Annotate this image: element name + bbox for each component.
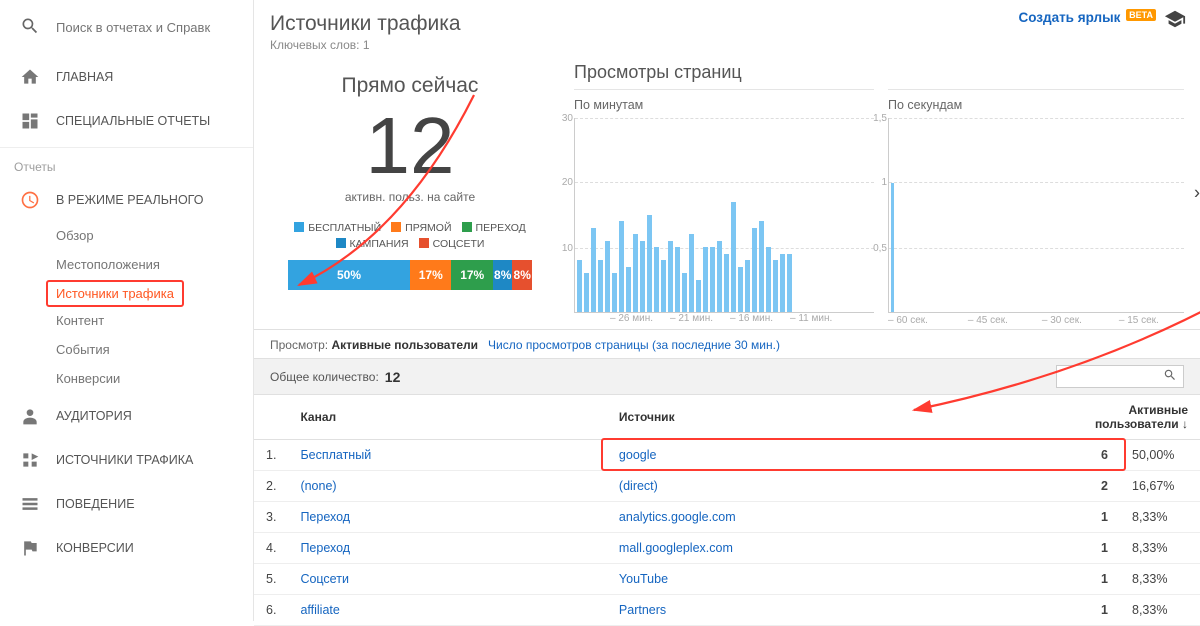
row-index: 3. [254, 502, 288, 533]
row-channel[interactable]: affiliate [300, 603, 339, 617]
row-source[interactable]: (direct) [619, 479, 658, 493]
sidebar-home-label: ГЛАВНАЯ [56, 70, 113, 84]
per-seconds-label: По секундам [888, 89, 1184, 118]
sidebar-audience-label: АУДИТОРИЯ [56, 409, 132, 423]
row-percent: 8,33% [1120, 533, 1200, 564]
subnav-traffic-sources[interactable]: Источники трафика [46, 280, 184, 307]
clock-icon [20, 190, 40, 210]
create-shortcut-link[interactable]: Создать ярлык BETA [1018, 10, 1156, 25]
row-percent: 8,33% [1120, 502, 1200, 533]
row-index: 5. [254, 564, 288, 595]
subnav-content[interactable]: Контент [56, 307, 253, 336]
sidebar-realtime[interactable]: В РЕЖИМЕ РЕАЛЬНОГО [0, 178, 253, 222]
col-source[interactable]: Источник [607, 395, 1080, 440]
home-icon [20, 67, 40, 87]
sidebar-conversions[interactable]: КОНВЕРСИИ [0, 526, 253, 570]
total-value: 12 [385, 369, 401, 385]
active-users-sub: активн. польз. на сайте [270, 190, 550, 204]
table-row[interactable]: 4. Переход mall.googleplex.com 18,33% [254, 533, 1200, 564]
row-channel[interactable]: Переход [300, 541, 350, 555]
sidebar-section-reports: Отчеты [0, 152, 253, 178]
sidebar-special-label: СПЕЦИАЛЬНЫЕ ОТЧЕТЫ [56, 114, 210, 128]
search-icon [1163, 368, 1177, 385]
page-subtitle: Ключевых слов: 1 [270, 38, 1184, 52]
subnav-conversions[interactable]: Конверсии [56, 365, 253, 394]
row-count: 1 [1080, 564, 1120, 595]
row-source[interactable]: Partners [619, 603, 666, 617]
row-source[interactable]: mall.googleplex.com [619, 541, 733, 555]
search-input[interactable] [56, 20, 216, 35]
sidebar-audience[interactable]: АУДИТОРИЯ [0, 394, 253, 438]
per-minutes-chart: 30 20 10 [574, 118, 874, 313]
scroll-right-arrow[interactable]: › [1194, 182, 1200, 203]
traffic-table: Канал Источник Активные пользователи ↓ 1… [254, 395, 1200, 626]
graduation-cap-icon[interactable] [1164, 8, 1186, 33]
sidebar-conversions-label: КОНВЕРСИИ [56, 541, 134, 555]
sidebar-home[interactable]: ГЛАВНАЯ [0, 55, 253, 99]
total-label: Общее количество: [270, 370, 379, 384]
view-label: Просмотр: [270, 338, 328, 352]
sidebar-special-reports[interactable]: СПЕЦИАЛЬНЫЕ ОТЧЕТЫ [0, 99, 253, 143]
col-active-users[interactable]: Активные пользователи ↓ [1080, 395, 1200, 440]
sidebar-realtime-label: В РЕЖИМЕ РЕАЛЬНОГО [56, 193, 203, 207]
row-index: 4. [254, 533, 288, 564]
row-channel[interactable]: (none) [300, 479, 336, 493]
table-search[interactable] [1056, 365, 1184, 388]
traffic-stack-bar: 50% 17% 17% 8% 8% [288, 260, 532, 290]
subnav-locations[interactable]: Местоположения [56, 251, 253, 280]
subnav-overview[interactable]: Обзор [56, 222, 253, 251]
share-icon [20, 450, 40, 470]
row-channel[interactable]: Бесплатный [300, 448, 371, 462]
search-icon [20, 16, 40, 39]
row-count: 1 [1080, 502, 1120, 533]
sidebar-acquisition-label: ИСТОЧНИКИ ТРАФИКА [56, 453, 193, 467]
row-percent: 50,00% [1120, 440, 1200, 471]
view-active: Активные пользователи [331, 338, 478, 352]
traffic-legend: БЕСПЛАТНЫЙ ПРЯМОЙ ПЕРЕХОД КАМПАНИЯ СОЦСЕ… [270, 222, 550, 258]
row-percent: 8,33% [1120, 564, 1200, 595]
row-count: 1 [1080, 533, 1120, 564]
subnav-events[interactable]: События [56, 336, 253, 365]
per-minutes-label: По минутам [574, 89, 874, 118]
row-channel[interactable]: Переход [300, 510, 350, 524]
table-search-input[interactable] [1063, 369, 1163, 384]
person-icon [20, 406, 40, 426]
row-channel[interactable]: Соцсети [300, 572, 349, 586]
pageviews-title: Просмотры страниц [574, 62, 1184, 83]
table-row[interactable]: 2. (none) (direct) 216,67% [254, 471, 1200, 502]
right-now-title: Прямо сейчас [270, 74, 550, 98]
row-percent: 16,67% [1120, 471, 1200, 502]
dashboard-icon [20, 111, 40, 131]
sidebar-behavior-label: ПОВЕДЕНИЕ [56, 497, 135, 511]
sidebar-acquisition[interactable]: ИСТОЧНИКИ ТРАФИКА [0, 438, 253, 482]
row-index: 1. [254, 440, 288, 471]
table-row[interactable]: 3. Переход analytics.google.com 18,33% [254, 502, 1200, 533]
col-channel[interactable]: Канал [288, 395, 606, 440]
active-users-count: 12 [270, 102, 550, 190]
table-row[interactable]: 5. Соцсети YouTube 18,33% [254, 564, 1200, 595]
row-index: 2. [254, 471, 288, 502]
sidebar-behavior[interactable]: ПОВЕДЕНИЕ [0, 482, 253, 526]
list-icon [20, 494, 40, 514]
view-link-30min[interactable]: Число просмотров страницы (за последние … [488, 338, 780, 352]
flag-icon [20, 538, 40, 558]
row-count: 2 [1080, 471, 1120, 502]
row-source[interactable]: analytics.google.com [619, 510, 736, 524]
per-seconds-chart: 1,5 1 0,5 [888, 118, 1184, 313]
beta-badge: BETA [1126, 9, 1156, 21]
row-source[interactable]: YouTube [619, 572, 668, 586]
